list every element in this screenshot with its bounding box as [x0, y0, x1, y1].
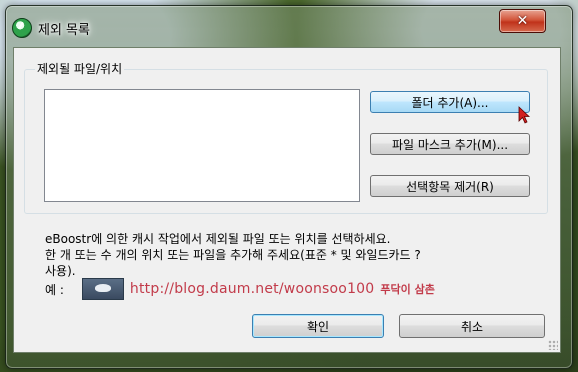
title-bar: 제외 목록 [12, 16, 90, 40]
window-title: 제외 목록 [38, 22, 90, 38]
group-label: 제외될 파일/위치 [35, 60, 125, 77]
add-folder-button[interactable]: 폴더 추가(A)... [370, 91, 530, 113]
description-line: eBoostr에 의한 캐시 작업에서 제외될 파일 또는 위치를 선택하세요. [45, 232, 391, 246]
cancel-button[interactable]: 취소 [399, 314, 545, 338]
watermark-signature: 푸닥이 삼촌 [380, 283, 435, 296]
cancel-label: 취소 [460, 319, 484, 334]
description-text: eBoostr에 의한 캐시 작업에서 제외될 파일 또는 위치를 선택하세요.… [45, 231, 555, 279]
close-button[interactable]: ✕ [499, 9, 546, 33]
remove-selected-button[interactable]: 선택항목 제거(R) [370, 175, 530, 197]
remove-selected-label: 선택항목 제거(R) [406, 179, 494, 194]
mouse-cursor-icon [518, 106, 530, 124]
resize-grip[interactable] [548, 340, 558, 350]
example-prefix: 예 : [45, 282, 64, 297]
bird-thumbnail-icon [81, 278, 124, 300]
app-icon [12, 18, 32, 38]
close-icon: ✕ [516, 13, 529, 29]
add-file-mask-label: 파일 마스크 추가(M)... [391, 137, 509, 152]
watermark-url: http://blog.daum.net/woonsoo100 [129, 281, 375, 297]
ok-button[interactable]: 확인 [252, 314, 384, 338]
dialog-client-area: 제외될 파일/위치 폴더 추가(A)... 파일 마스크 추가(M)... 선택… [13, 47, 561, 353]
description-line: 한 개 또는 수 개의 위치 또는 파일을 추가해 주세요(표준 * 및 와일드… [45, 248, 421, 262]
ok-label: 확인 [306, 319, 330, 334]
example-row: 예 : http://blog.daum.net/woonsoo100 푸닥이 … [45, 277, 435, 301]
excluded-items-list[interactable] [44, 89, 360, 202]
add-folder-label: 폴더 추가(A)... [411, 95, 489, 110]
add-file-mask-button[interactable]: 파일 마스크 추가(M)... [370, 133, 530, 155]
